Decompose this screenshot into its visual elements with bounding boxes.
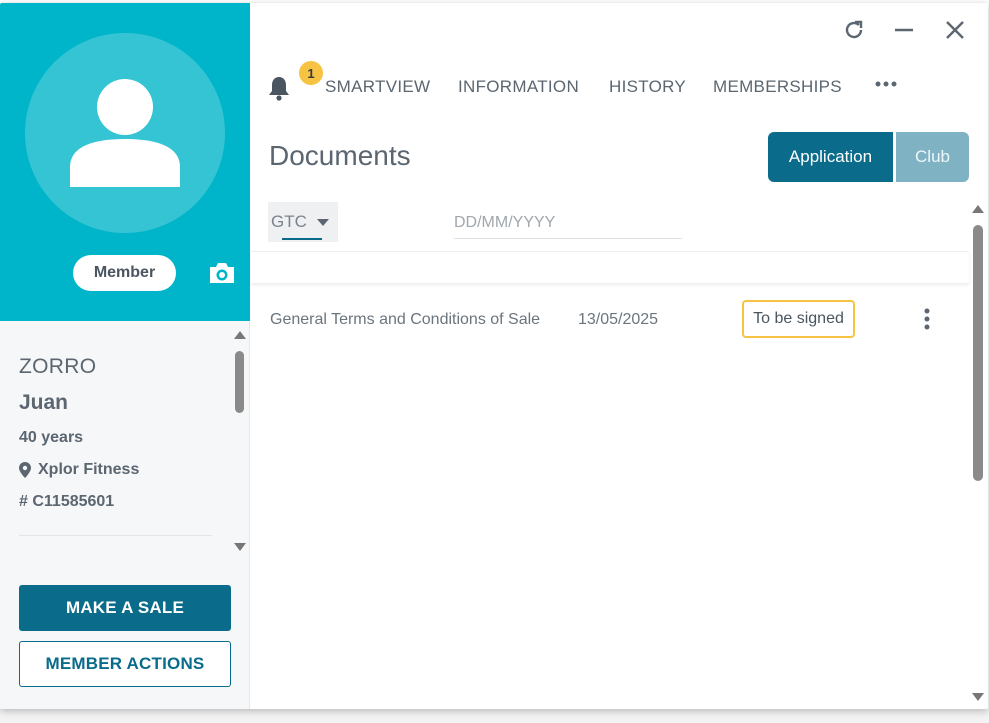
- document-date: 13/05/2025: [578, 311, 659, 328]
- member-window: Member ZORRO Juan 40 years Xplor Fitness…: [0, 3, 988, 709]
- member-actions-button[interactable]: MEMBER ACTIONS: [19, 641, 231, 687]
- avatar[interactable]: [25, 33, 225, 233]
- document-status-badge[interactable]: To be signed: [742, 300, 855, 338]
- date-filter-input[interactable]: [454, 207, 682, 239]
- more-horizontal-icon[interactable]: [875, 79, 897, 89]
- refresh-icon[interactable]: [842, 18, 866, 42]
- camera-icon[interactable]: [208, 261, 236, 285]
- sidebar-scrollbar[interactable]: [232, 329, 246, 557]
- scroll-down-arrow[interactable]: [972, 693, 984, 701]
- member-id: # C11585601: [19, 493, 115, 510]
- info-divider: [19, 535, 212, 536]
- bell-icon: [269, 77, 289, 101]
- member-age: 40 years: [19, 429, 84, 446]
- notification-count-badge: 1: [299, 61, 323, 85]
- member-detail-panel: 1 SMARTVIEW INFORMATION HISTORY MEMBERSH…: [251, 3, 988, 709]
- make-a-sale-button[interactable]: MAKE A SALE: [19, 585, 231, 631]
- member-first-name: Juan: [19, 391, 69, 414]
- document-row[interactable]: General Terms and Conditions of Sale 13/…: [251, 295, 969, 345]
- scope-application-button[interactable]: Application: [768, 132, 893, 182]
- notifications[interactable]: 1: [267, 61, 323, 106]
- documents-scrollbar[interactable]: [970, 203, 986, 707]
- scope-club-button[interactable]: Club: [896, 132, 969, 182]
- page-title: Documents: [269, 140, 411, 171]
- document-type-value: GTC: [271, 212, 307, 231]
- member-sidebar: Member ZORRO Juan 40 years Xplor Fitness…: [0, 3, 250, 709]
- scroll-up-arrow[interactable]: [234, 331, 246, 339]
- member-status-badge: Member: [73, 255, 176, 291]
- backdrop-bottom: [0, 708, 989, 723]
- member-club-name: Xplor Fitness: [38, 461, 140, 478]
- documents-list-header: [251, 251, 969, 283]
- select-underline: [282, 238, 322, 240]
- location-pin-icon: [19, 462, 31, 478]
- scroll-thumb[interactable]: [235, 351, 244, 413]
- tab-information[interactable]: INFORMATION: [458, 77, 579, 97]
- document-type-select[interactable]: GTC: [268, 202, 338, 242]
- member-club: Xplor Fitness: [19, 461, 139, 479]
- scroll-up-arrow[interactable]: [972, 205, 984, 213]
- scroll-thumb[interactable]: [973, 225, 983, 481]
- user-icon: [70, 79, 180, 187]
- tab-smartview[interactable]: SMARTVIEW: [325, 77, 430, 97]
- scroll-down-arrow[interactable]: [234, 543, 246, 551]
- profile-hero: Member: [0, 3, 250, 321]
- member-tabs: 1 SMARTVIEW INFORMATION HISTORY MEMBERSH…: [251, 61, 951, 106]
- member-info: ZORRO Juan 40 years Xplor Fitness # C115…: [0, 321, 232, 536]
- minimize-icon[interactable]: [892, 18, 916, 42]
- tab-memberships[interactable]: MEMBERSHIPS: [713, 77, 842, 97]
- member-last-name: ZORRO: [19, 355, 97, 378]
- close-icon[interactable]: [943, 18, 967, 42]
- more-vertical-icon[interactable]: [919, 307, 935, 331]
- tab-history[interactable]: HISTORY: [609, 77, 686, 97]
- chevron-down-icon: [317, 219, 329, 226]
- document-name: General Terms and Conditions of Sale: [270, 311, 541, 328]
